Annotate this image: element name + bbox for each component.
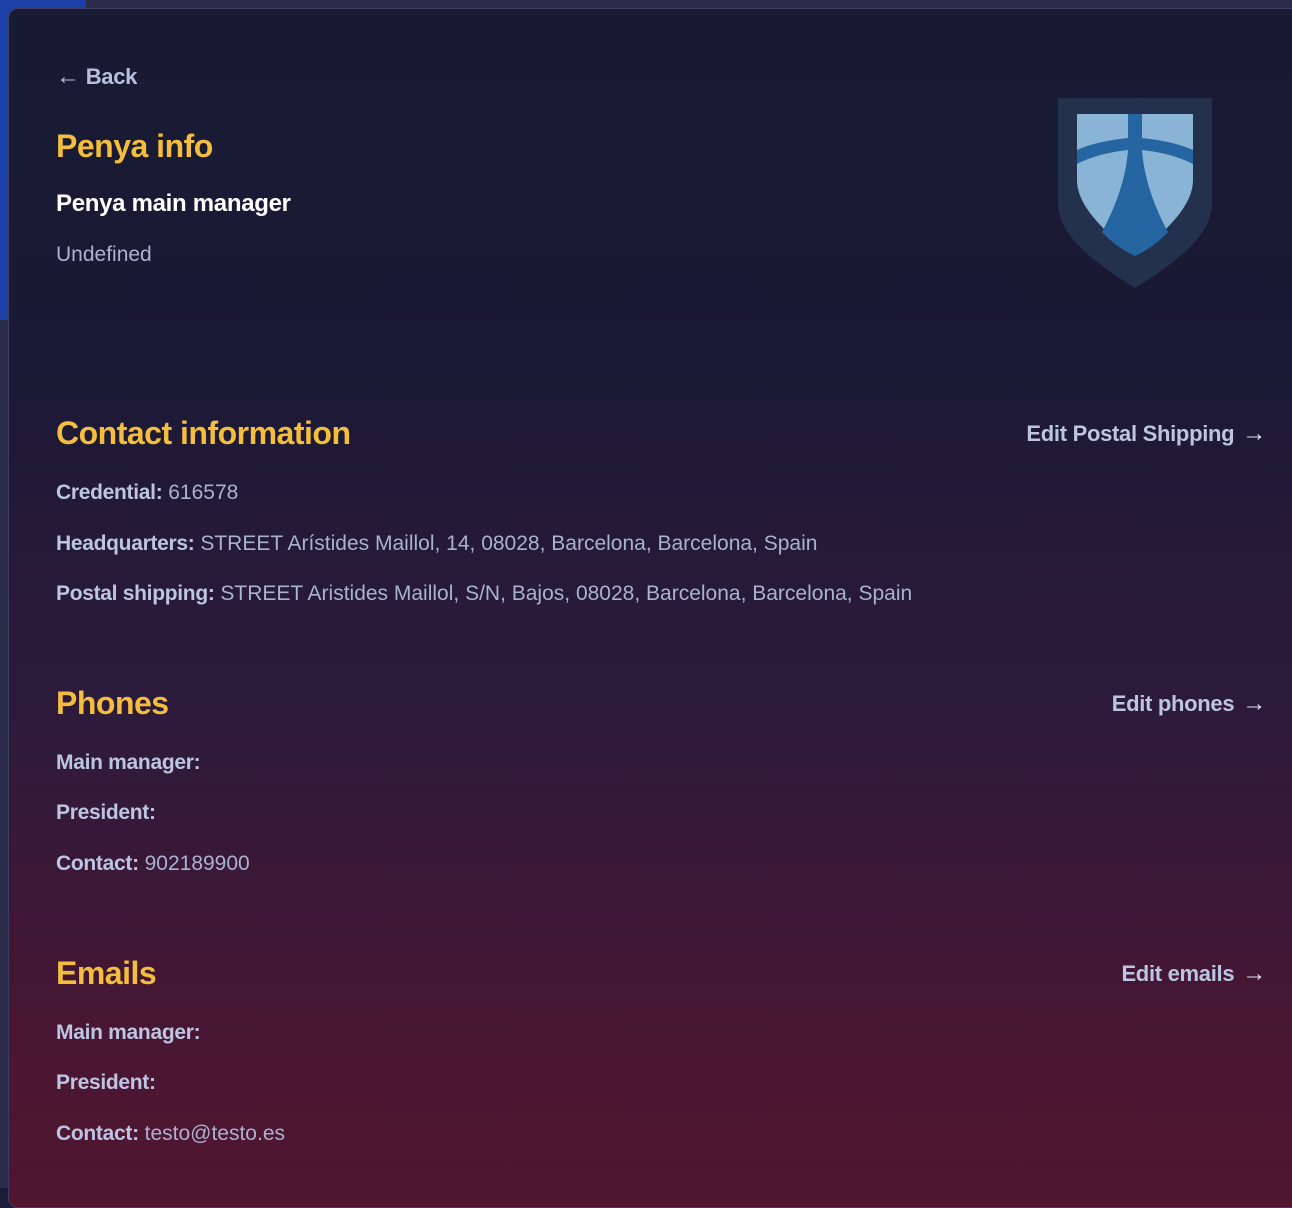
credential-value: 616578: [168, 481, 239, 504]
arrow-left-icon: ←: [56, 63, 80, 90]
postal-shipping-value: STREET Aristides Maillol, S/N, Bajos, 08…: [220, 582, 913, 605]
main-manager-heading: Penya main manager: [56, 190, 291, 217]
email-contact-label: Contact:: [56, 1122, 139, 1145]
credential-row: Credential: 616578: [56, 481, 238, 505]
phone-contact-label: Contact:: [56, 852, 139, 875]
main-manager-value: Undefined: [56, 243, 152, 266]
email-president-row: President:: [56, 1071, 156, 1095]
club-crest-icon: [1058, 98, 1212, 288]
phone-contact-value: 902189900: [144, 852, 250, 875]
postal-shipping-row: Postal shipping: STREET Aristides Maillo…: [56, 582, 912, 606]
arrow-right-icon: →: [1242, 690, 1266, 717]
email-contact-row: Contact: testo@testo.es: [56, 1122, 285, 1146]
penya-info-title: Penya info: [56, 128, 213, 164]
headquarters-label: Headquarters:: [56, 532, 195, 555]
back-label: Back: [85, 64, 138, 89]
phone-president-label: President:: [56, 801, 156, 824]
edit-postal-shipping-link[interactable]: Edit Postal Shipping →: [1026, 421, 1266, 447]
email-main-manager-label: Main manager:: [56, 1021, 201, 1044]
edit-emails-link[interactable]: Edit emails →: [1121, 961, 1266, 987]
postal-shipping-label: Postal shipping:: [56, 582, 215, 605]
arrow-right-icon: →: [1242, 960, 1266, 987]
phones-title: Phones: [56, 685, 169, 721]
edit-phones-link[interactable]: Edit phones →: [1111, 690, 1267, 717]
phone-main-manager-label: Main manager:: [56, 751, 201, 774]
phone-contact-row: Contact: 902189900: [56, 852, 250, 876]
arrow-right-icon: →: [1242, 420, 1266, 447]
headquarters-value: STREET Arístides Maillol, 14, 08028, Bar…: [200, 532, 818, 555]
phone-president-row: President:: [56, 801, 156, 825]
headquarters-row: Headquarters: STREET Arístides Maillol, …: [56, 532, 817, 556]
email-main-manager-row: Main manager:: [56, 1021, 201, 1045]
edit-phones-label: Edit phones: [1111, 691, 1235, 716]
panel-content: ← Back Penya info Penya main manager Und…: [0, 0, 1292, 1188]
contact-info-title: Contact information: [56, 415, 351, 451]
edit-emails-label: Edit emails: [1121, 961, 1235, 986]
email-contact-value: testo@testo.es: [144, 1122, 285, 1145]
edit-postal-shipping-label: Edit Postal Shipping: [1026, 421, 1235, 446]
back-link[interactable]: ← Back: [56, 64, 137, 90]
credential-label: Credential:: [56, 481, 163, 504]
phone-main-manager-row: Main manager:: [56, 751, 201, 775]
email-president-label: President:: [56, 1071, 156, 1094]
emails-title: Emails: [56, 955, 157, 991]
